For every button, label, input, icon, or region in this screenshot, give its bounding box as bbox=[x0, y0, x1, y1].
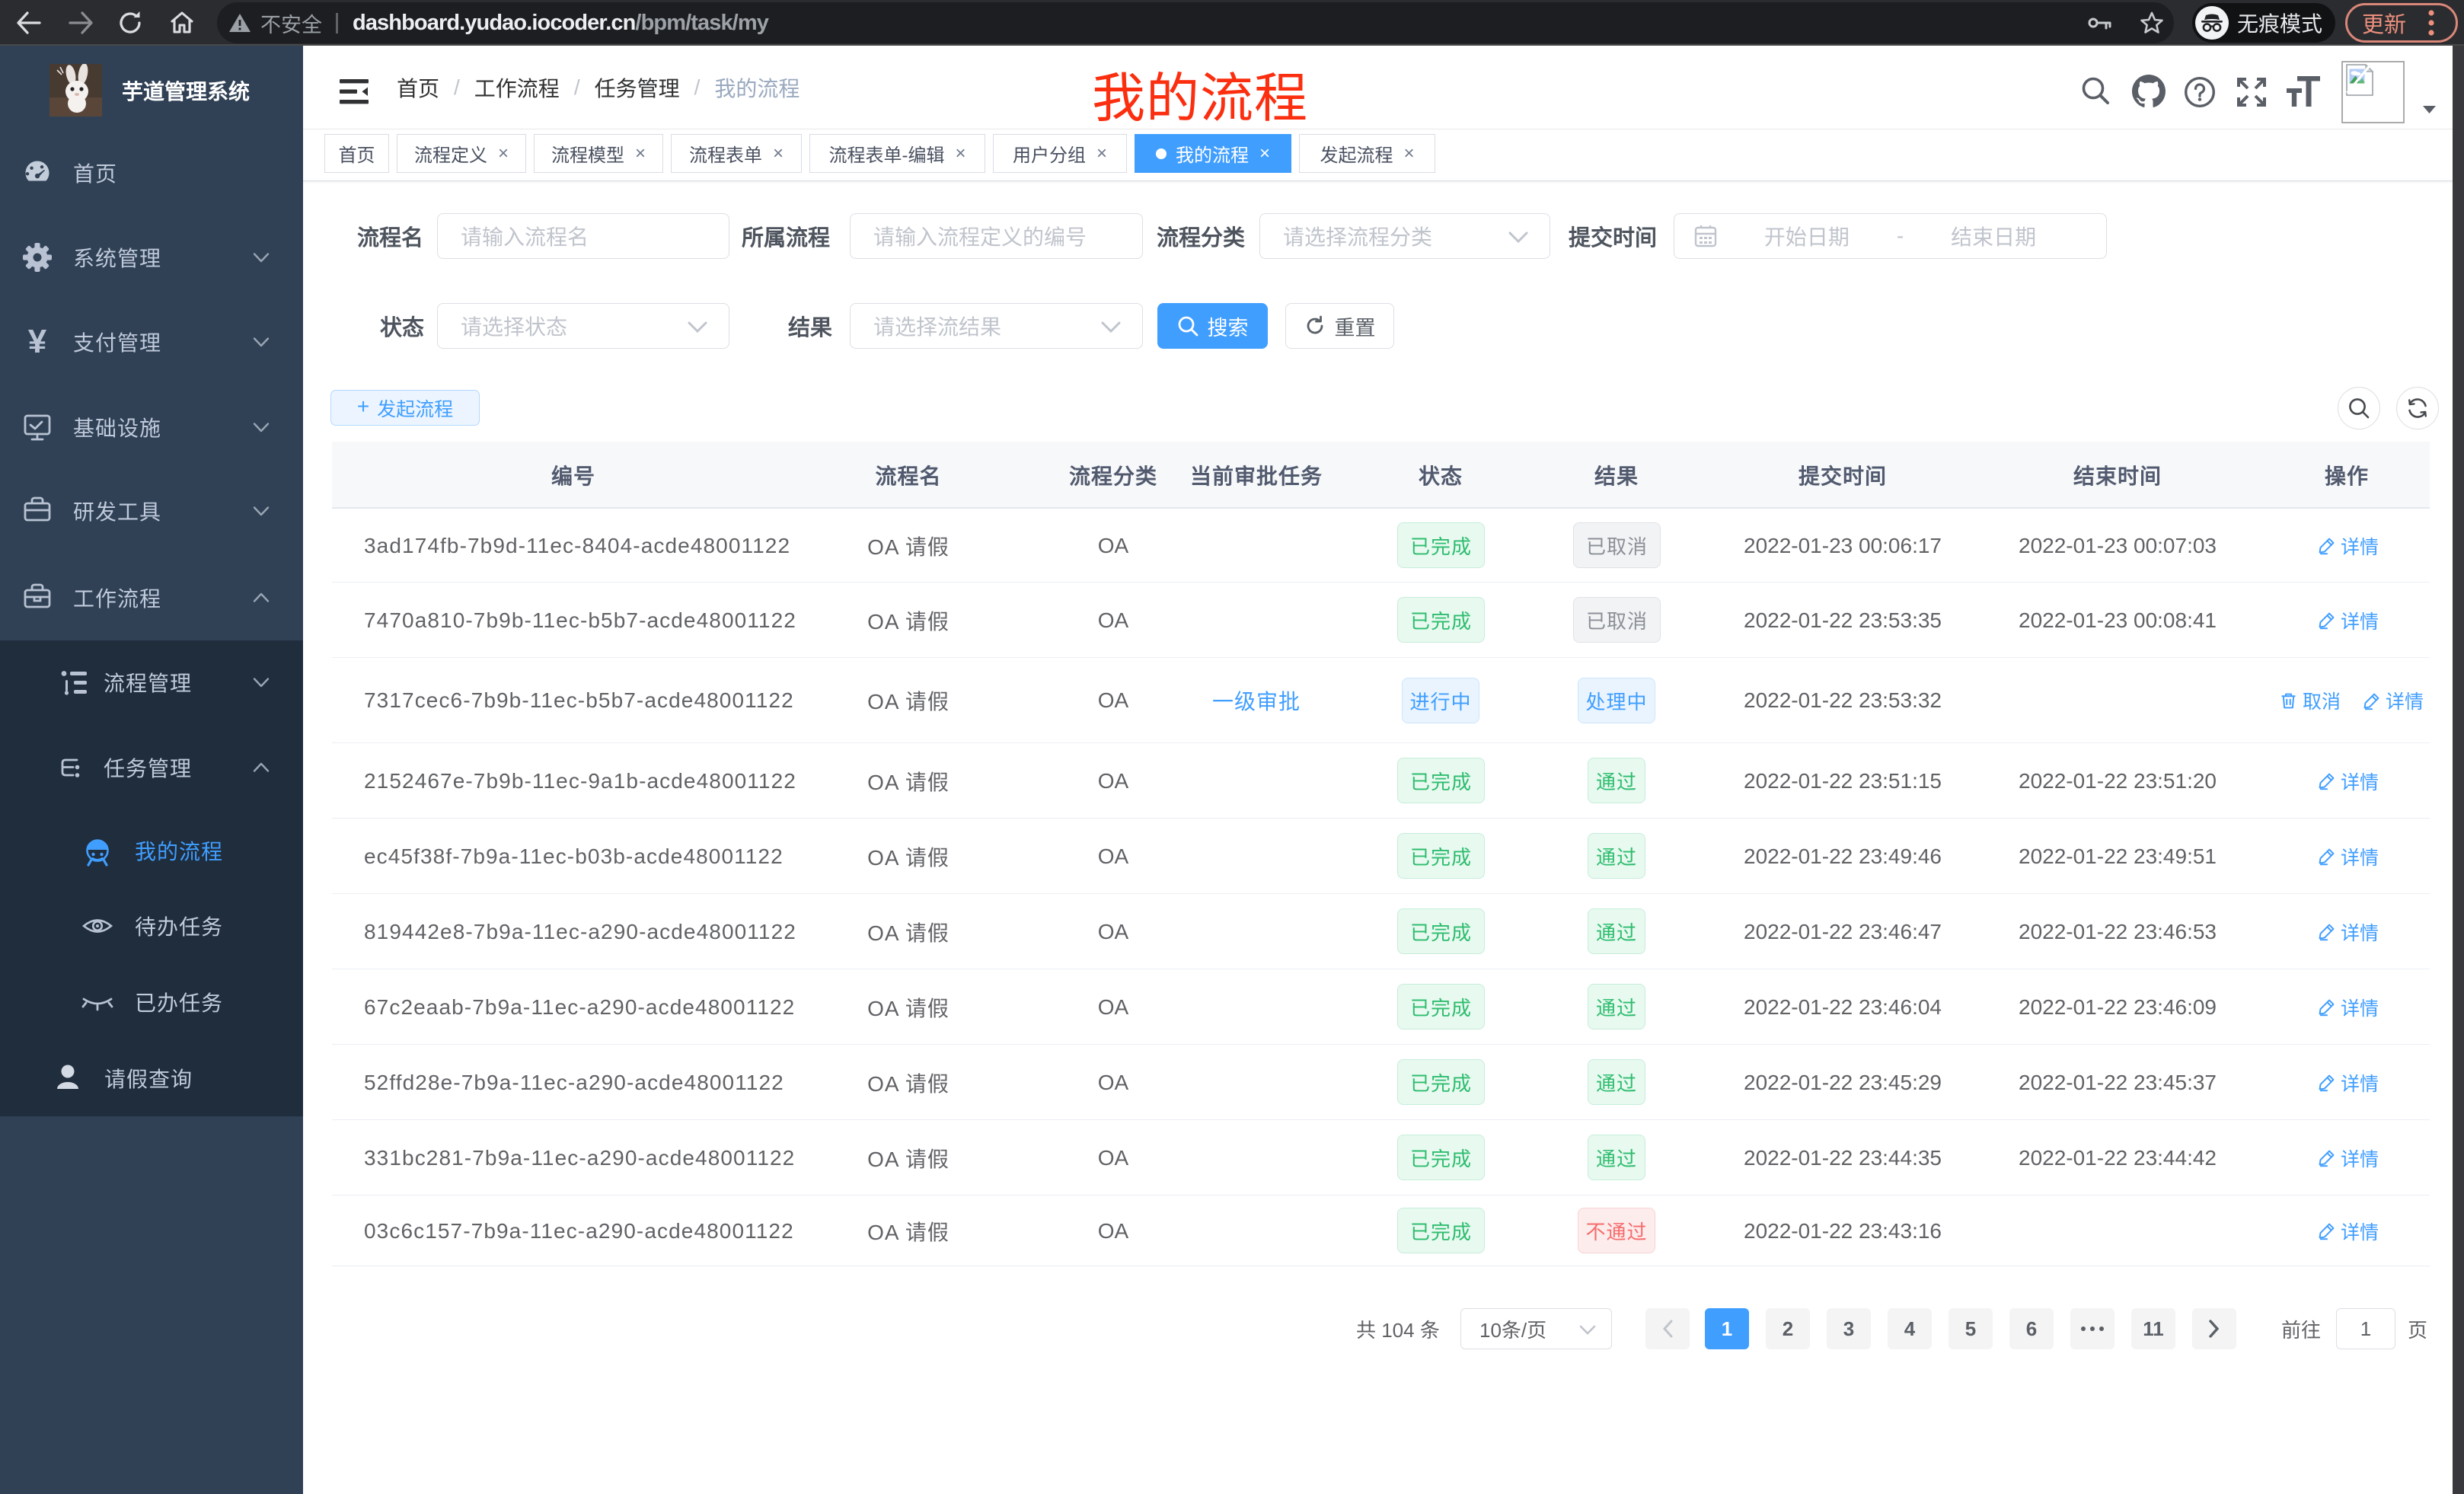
svg-text:¥: ¥ bbox=[28, 323, 47, 360]
